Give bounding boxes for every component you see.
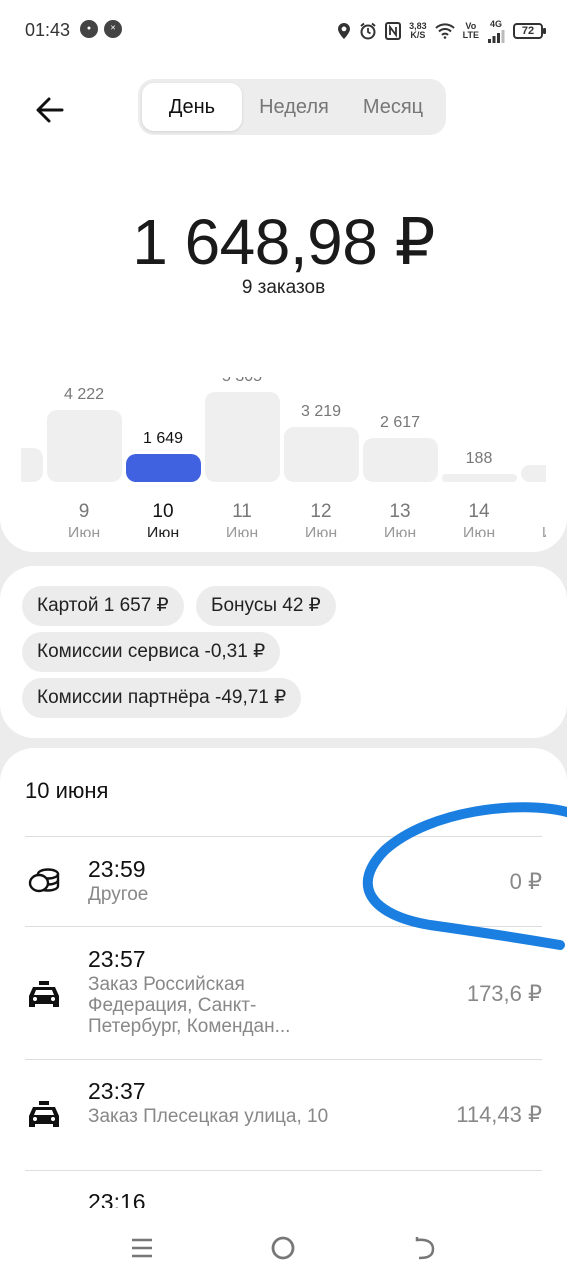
- list-date-heading: 10 июня: [25, 778, 109, 803]
- chart-value-label: 4 222: [63, 386, 105, 403]
- notification-icon: ●: [80, 20, 98, 38]
- chart-day-label[interactable]: 9: [44, 501, 124, 523]
- chart-month-label: Июн: [225, 525, 259, 537]
- back-arrow-icon: [415, 1237, 435, 1260]
- chart-value-label: 2: [21, 424, 45, 442]
- chart-day-label[interactable]: 11: [202, 501, 282, 523]
- back-button[interactable]: [32, 92, 68, 128]
- chip-partner-fee[interactable]: Комиссии партнёра -49,71 ₽: [22, 678, 302, 718]
- location-icon: [338, 23, 351, 39]
- menu-button[interactable]: [122, 1228, 162, 1268]
- orders-count: 9 заказов: [241, 277, 326, 298]
- chart-day-label[interactable]: 13: [360, 501, 440, 523]
- chart-bar[interactable]: [362, 438, 438, 482]
- chart-value-label: 188: [465, 450, 493, 467]
- chart-month-label: Июн: [304, 525, 338, 537]
- status-icons: 3,83 K/S Vo LTE 4G 72: [337, 17, 546, 45]
- network-speed: 3,83 K/S: [409, 21, 427, 40]
- chip-service-fee[interactable]: Комиссии сервиса -0,31 ₽: [22, 632, 281, 672]
- divider: [25, 1170, 542, 1171]
- chart-value-label: 3 219: [300, 403, 342, 420]
- chart-day-label[interactable]: 14: [439, 501, 519, 523]
- chart-day-label[interactable]: 15: [518, 501, 546, 523]
- coins-icon: [28, 868, 60, 893]
- chart-value-label: 1: [518, 441, 546, 459]
- row-amount: 0 ₽: [509, 869, 542, 894]
- transactions-card: 10 июня 23:59 Другое 0 ₽ 23:57 Заказ Рос…: [0, 748, 567, 1280]
- close-circle-icon: ✕: [104, 20, 122, 38]
- signal-indicator: 4G: [487, 19, 505, 43]
- row-time: 23:37: [88, 1078, 146, 1104]
- system-nav-bar: [0, 1208, 567, 1280]
- row-description: Заказ Плесецкая улица, 10: [88, 1106, 329, 1127]
- total-amount: 1 648,98 ₽: [132, 206, 435, 278]
- chart-value-label: 5 305: [202, 377, 282, 386]
- back-nav-button[interactable]: [405, 1228, 445, 1268]
- chart-bar[interactable]: [21, 448, 43, 482]
- home-circle-icon: [271, 1236, 295, 1260]
- alarm-icon: [360, 22, 376, 40]
- chart-day-label[interactable]: 12: [281, 501, 361, 523]
- divider: [25, 836, 542, 837]
- arrow-left-icon: [36, 97, 64, 123]
- chart-bar[interactable]: [204, 392, 280, 482]
- chart-month-label: Июн: [383, 525, 417, 537]
- chip-card-payment[interactable]: Картой 1 657 ₽: [22, 586, 184, 626]
- chart-month-label: Июн: [462, 525, 496, 537]
- tab-day[interactable]: День: [142, 83, 242, 131]
- chip-bonuses[interactable]: Бонусы 42 ₽: [196, 586, 336, 626]
- wifi-icon: [434, 23, 455, 39]
- row-amount: 173,6 ₽: [466, 981, 542, 1006]
- summary-card: День Неделя Месяц 1 648,98 ₽ 9 заказов 2…: [0, 62, 567, 552]
- row-time: 23:59: [88, 856, 146, 882]
- chart-month-label: Июн: [67, 525, 101, 537]
- chart-bar[interactable]: [283, 427, 359, 482]
- nfc-icon: [385, 22, 402, 40]
- chart-day-label[interactable]: 10: [123, 501, 203, 523]
- volte-indicator: Vo LTE: [462, 21, 479, 40]
- breakdown-card: Картой 1 657 ₽ Бонусы 42 ₽ Комиссии серв…: [0, 566, 567, 738]
- chart-month-label: Июн: [21, 525, 45, 537]
- status-bar: 01:43 ● ✕ 3,83 K/S Vo LTE 4G 72: [0, 0, 567, 62]
- tab-week[interactable]: Неделя: [246, 83, 342, 131]
- menu-icon: [132, 1238, 152, 1258]
- row-description: Заказ Российская Федерация, Санкт-Петерб…: [88, 974, 291, 1037]
- chart-bar[interactable]: [46, 410, 122, 482]
- earnings-chart: 2 8 Июн 4 222 9 Июн 1 649 10 Июн 5 305 11 Июн 3 219 1…: [21, 377, 546, 537]
- chart-bar[interactable]: [520, 465, 546, 482]
- chart-value-label: 2 617: [379, 414, 421, 431]
- chart-day-label[interactable]: 8: [21, 501, 45, 523]
- chart-month-label: Июн: [146, 525, 180, 537]
- row-time: 23:57: [88, 946, 146, 972]
- signal-icon: [488, 29, 505, 43]
- chart-value-label: 1 649: [142, 430, 184, 447]
- row-amount: 114,43 ₽: [456, 1102, 542, 1127]
- taxi-icon: [29, 1101, 59, 1127]
- divider: [25, 926, 542, 927]
- tab-month[interactable]: Месяц: [344, 83, 442, 131]
- chart-bar[interactable]: [125, 454, 201, 482]
- home-button[interactable]: [263, 1228, 303, 1268]
- status-time: 01:43: [25, 20, 71, 40]
- taxi-icon: [29, 981, 59, 1007]
- battery-icon: 72: [513, 23, 546, 39]
- period-tabs: День Неделя Месяц: [138, 79, 446, 135]
- row-description: Другое: [88, 884, 149, 905]
- divider: [25, 1059, 542, 1060]
- chart-month-label: Июн: [518, 525, 546, 537]
- chart-bar[interactable]: [441, 474, 517, 482]
